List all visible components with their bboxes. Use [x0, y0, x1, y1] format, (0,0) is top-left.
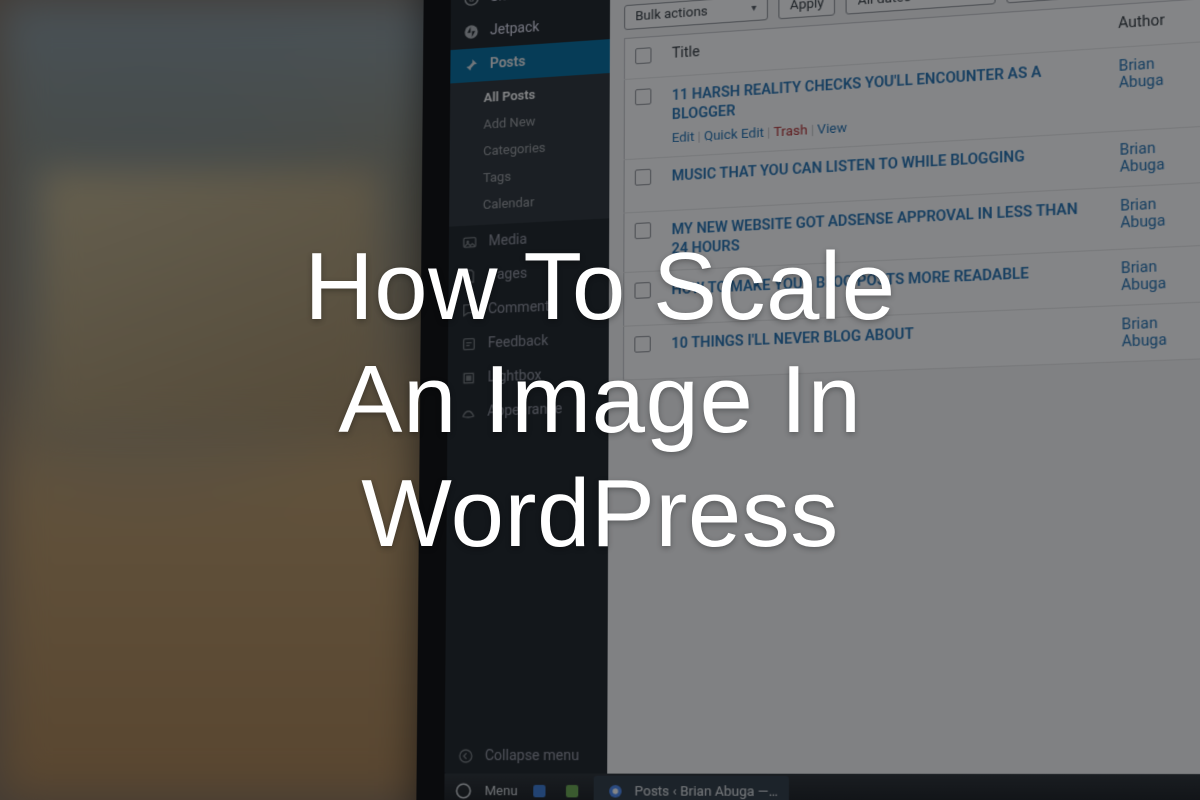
headline-text: How To Scale An Image In WordPress — [304, 230, 895, 570]
headline-overlay: How To Scale An Image In WordPress — [0, 0, 1200, 800]
